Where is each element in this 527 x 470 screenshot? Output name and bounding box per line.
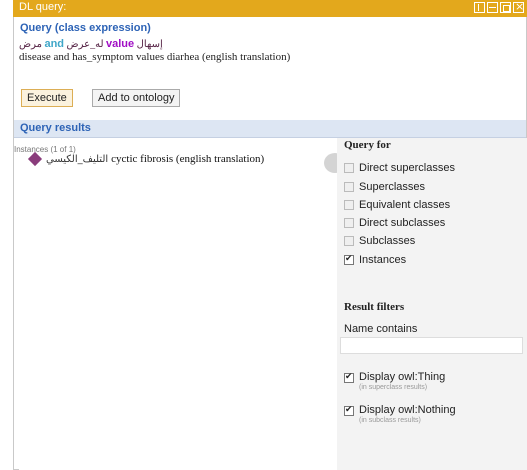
expression-line-2: disease and has_symptom values diarhea (… <box>19 51 291 63</box>
subclasses-label: Subclasses <box>359 235 416 247</box>
pin-view-icon[interactable] <box>474 2 485 13</box>
individual-icon <box>27 151 43 167</box>
add-to-ontology-button[interactable]: Add to ontology <box>92 89 181 107</box>
execute-button[interactable]: Execute <box>21 89 73 107</box>
display-owl-nothing-checkbox[interactable] <box>344 404 354 416</box>
expr-keyword-and: and <box>44 38 65 50</box>
instances-checkbox[interactable] <box>344 253 354 265</box>
query-section-label: Query (class expression) <box>20 22 151 34</box>
display-owl-nothing-option[interactable]: Display owl:Nothing (in subclass results… <box>344 404 456 424</box>
class-expression-editor[interactable]: إسهال value له_عرض and مرض disease and h… <box>19 38 524 74</box>
display-owl-nothing-note: (in subclass results) <box>359 417 421 424</box>
instance-english-name: cyctic fibrosis (english translation) <box>111 153 265 165</box>
query-for-heading: Query for <box>344 139 391 151</box>
instance-arabic-name: التليف_الكيسي <box>46 153 109 165</box>
superclasses-checkbox[interactable] <box>344 182 354 192</box>
display-owl-thing-label: Display owl:Thing <box>359 371 446 383</box>
view-controls <box>474 0 524 13</box>
result-filters-heading: Result filters <box>344 301 405 313</box>
expression-line-1: إسهال value له_عرض and مرض <box>19 38 199 51</box>
direct-superclasses-option[interactable]: Direct superclasses <box>344 162 455 174</box>
expr-arabic-b: له_عرض <box>66 39 104 50</box>
display-owl-nothing-label: Display owl:Nothing <box>359 404 456 416</box>
display-owl-thing-text: Display owl:Thing (in superclass results… <box>359 371 445 391</box>
results-section-label: Query results <box>20 122 91 134</box>
superclasses-option[interactable]: Superclasses <box>344 181 425 193</box>
expr-arabic-c: مرض <box>19 39 42 50</box>
instances-option[interactable]: Instances <box>344 253 407 266</box>
expr-keyword-value: value <box>106 38 135 50</box>
direct-subclasses-checkbox[interactable] <box>344 218 354 228</box>
equivalent-classes-option[interactable]: Equivalent classes <box>344 199 450 211</box>
close-view-icon[interactable] <box>513 0 524 13</box>
instances-label: Instances <box>359 254 407 266</box>
view-titlebar: DL query: <box>13 0 527 17</box>
display-owl-thing-checkbox[interactable] <box>344 371 354 383</box>
name-contains-input[interactable] <box>340 337 523 354</box>
minimize-view-icon[interactable] <box>487 2 498 13</box>
instance-item[interactable]: التليف_الكيسي cyctic fibrosis (english t… <box>27 151 265 167</box>
name-contains-label: Name contains <box>344 323 418 335</box>
subclasses-checkbox[interactable] <box>344 236 354 246</box>
superclasses-label: Superclasses <box>359 181 426 193</box>
display-owl-nothing-text: Display owl:Nothing (in subclass results… <box>359 404 456 424</box>
subclasses-option[interactable]: Subclasses <box>344 235 415 247</box>
equivalent-classes-checkbox[interactable] <box>344 200 354 210</box>
view-title: DL query: <box>19 1 67 13</box>
expr-arabic-a: إسهال <box>136 39 163 50</box>
direct-superclasses-label: Direct superclasses <box>359 162 455 174</box>
display-owl-thing-note: (in superclass results) <box>359 384 428 391</box>
direct-superclasses-checkbox[interactable] <box>344 163 354 173</box>
equivalent-classes-label: Equivalent classes <box>359 199 451 211</box>
maximize-view-icon[interactable] <box>500 2 511 13</box>
display-owl-thing-option[interactable]: Display owl:Thing (in superclass results… <box>344 371 445 391</box>
direct-subclasses-option[interactable]: Direct subclasses <box>344 217 445 229</box>
direct-subclasses-label: Direct subclasses <box>359 217 446 229</box>
results-list <box>19 138 337 470</box>
